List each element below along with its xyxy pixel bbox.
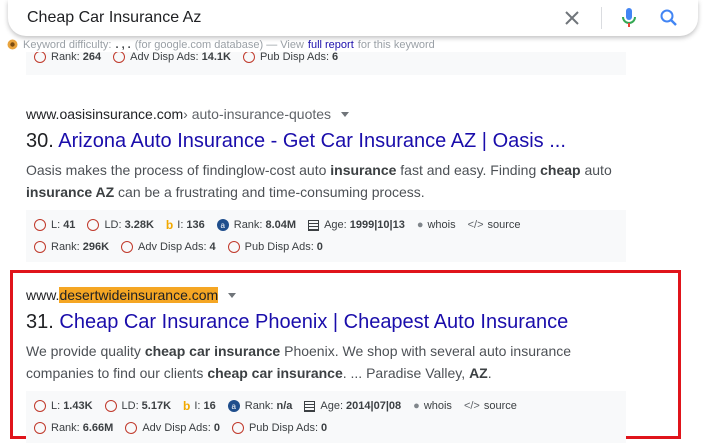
full-report-link[interactable]: full report [308,39,354,51]
links-icon [34,219,46,231]
calendar-icon [304,400,316,412]
metric-value[interactable]: 0 [321,422,327,434]
result-domain[interactable]: www.oasisinsurance.com [26,106,183,122]
metric-value[interactable]: 6.66M [83,422,114,434]
metric-label: Rank: [51,422,80,434]
metric-value[interactable]: 41 [63,219,75,231]
search-result-30: www.oasisinsurance.com › auto-insurance-… [26,106,646,262]
metric-value[interactable]: 8.04M [266,219,297,231]
microphone-icon[interactable] [618,7,640,29]
seoquake-logo-icon [6,38,19,51]
metric-label: Adv Disp Ads: [138,241,207,253]
metric-label: Adv Disp Ads: [130,52,199,63]
metric-label: Pub Disp Ads: [259,52,330,63]
metric-label: Pub Disp Ads: [248,422,319,434]
links-icon [34,400,46,412]
search-icon[interactable] [658,7,680,29]
chevron-down-icon[interactable] [341,111,350,117]
seo-metrics-panel: L: 1.43K LD: 5.17K b I: 16 a Rank: n/a Age: 201… [26,391,626,443]
result-snippet: Oasis makes the process of findinglow-co… [26,162,612,200]
metric-label: LD: [104,219,122,231]
calendar-icon [308,219,320,231]
kd-label: Keyword difficulty: [23,38,112,51]
metric-value: 264 [82,52,102,63]
metric-value[interactable]: 1999|10|13 [350,219,405,231]
metric-label: Rank: [51,241,80,253]
metric-value: 14.1K [201,52,231,63]
result-title[interactable]: 31. Cheap Car Insurance Phoenix | Cheape… [26,311,646,334]
search-result-31: www. desertwideinsurance.com 31. Cheap C… [26,287,646,443]
bing-icon: b [165,218,174,232]
metric-label: Rank: [51,52,80,63]
chevron-down-icon[interactable] [228,292,237,298]
metric-value[interactable]: 3.28K [125,219,154,231]
search-divider [601,7,602,29]
rank-icon [34,422,46,434]
semrush-icon: a [227,400,240,412]
metric-label: I: [177,219,184,231]
metric-value[interactable]: 4 [210,241,216,253]
kd-mid: (for google.com database) — View [134,38,304,51]
source-link[interactable]: source [484,400,517,412]
metric-value[interactable]: n/a [277,400,293,412]
metric-value[interactable]: 1.43K [63,400,92,412]
result-title-link[interactable]: Cheap Car Insurance Phoenix | Cheapest A… [59,311,568,333]
user-icon: ● [416,219,424,231]
metric-label: Pub Disp Ads: [244,241,314,253]
adv-ads-icon [121,241,134,253]
whois-link[interactable]: whois [427,219,455,231]
clear-icon[interactable] [561,7,583,29]
pub-ads-icon [242,52,255,63]
whois-link[interactable]: whois [424,400,452,412]
source-link[interactable]: source [488,219,521,231]
kd-value: . , . [115,38,131,51]
result-snippet: We provide quality cheap car insurance P… [26,343,572,381]
metric-label: Rank: [244,400,274,412]
metric-label: Age: [320,400,344,412]
metric-value[interactable]: 0 [317,241,323,253]
metric-label: I: [194,400,201,412]
metric-value[interactable]: 136 [186,219,204,231]
adv-ads-icon [113,52,126,63]
result-url[interactable]: www.oasisinsurance.com › auto-insurance-… [26,106,646,122]
metric-label: Rank: [233,219,263,231]
result-title[interactable]: 30. Arizona Auto Insurance - Get Car Ins… [26,130,646,153]
search-bar[interactable]: Cheap Car Insurance Az [8,0,698,36]
pub-ads-icon [227,241,240,253]
code-icon: </> [467,219,484,231]
search-input[interactable]: Cheap Car Insurance Az [27,9,561,27]
code-icon: </> [463,400,480,412]
rank-icon [34,241,46,253]
linking-domains-icon [87,219,100,231]
adv-ads-icon [125,422,138,434]
metric-label: L: [51,219,61,231]
metric-value[interactable]: 296K [83,241,109,253]
rank-icon [34,52,46,63]
metric-label: LD: [121,400,139,412]
result-url[interactable]: www. desertwideinsurance.com [26,287,646,303]
metric-value[interactable]: 0 [214,422,220,434]
metric-value[interactable]: 2014|07|08 [346,400,401,412]
result-domain-prefix[interactable]: www. [26,287,59,303]
seo-metrics-panel: L: 41 LD: 3.28K b I: 136 a Rank: 8.04M Age: 199… [26,210,626,262]
keyword-difficulty-line: Keyword difficulty: . , . (for google.co… [6,38,435,51]
bing-icon: b [183,399,191,413]
metric-value[interactable]: 5.17K [142,400,171,412]
metric-value[interactable]: 16 [204,400,216,412]
metric-label: Age: [324,219,347,231]
result-domain-highlighted[interactable]: desertwideinsurance.com [59,287,219,303]
previous-result-metrics: Rank: 264 Adv Disp Ads: 14.1K Pub Disp Ads… [26,52,626,75]
result-number: 31. [26,311,54,333]
linking-domains-icon [104,400,117,412]
result-path[interactable]: › auto-insurance-quotes [183,106,331,122]
pub-ads-icon [231,422,244,434]
kd-tail: for this keyword [357,38,435,51]
user-icon: ● [413,400,420,412]
metric-label: Adv Disp Ads: [142,422,211,434]
metric-label: L: [51,400,61,412]
result-title-link[interactable]: Arizona Auto Insurance - Get Car Insuran… [58,130,566,152]
metric-value: 6 [332,52,339,63]
result-number: 30. [26,130,54,152]
semrush-icon: a [216,219,229,231]
